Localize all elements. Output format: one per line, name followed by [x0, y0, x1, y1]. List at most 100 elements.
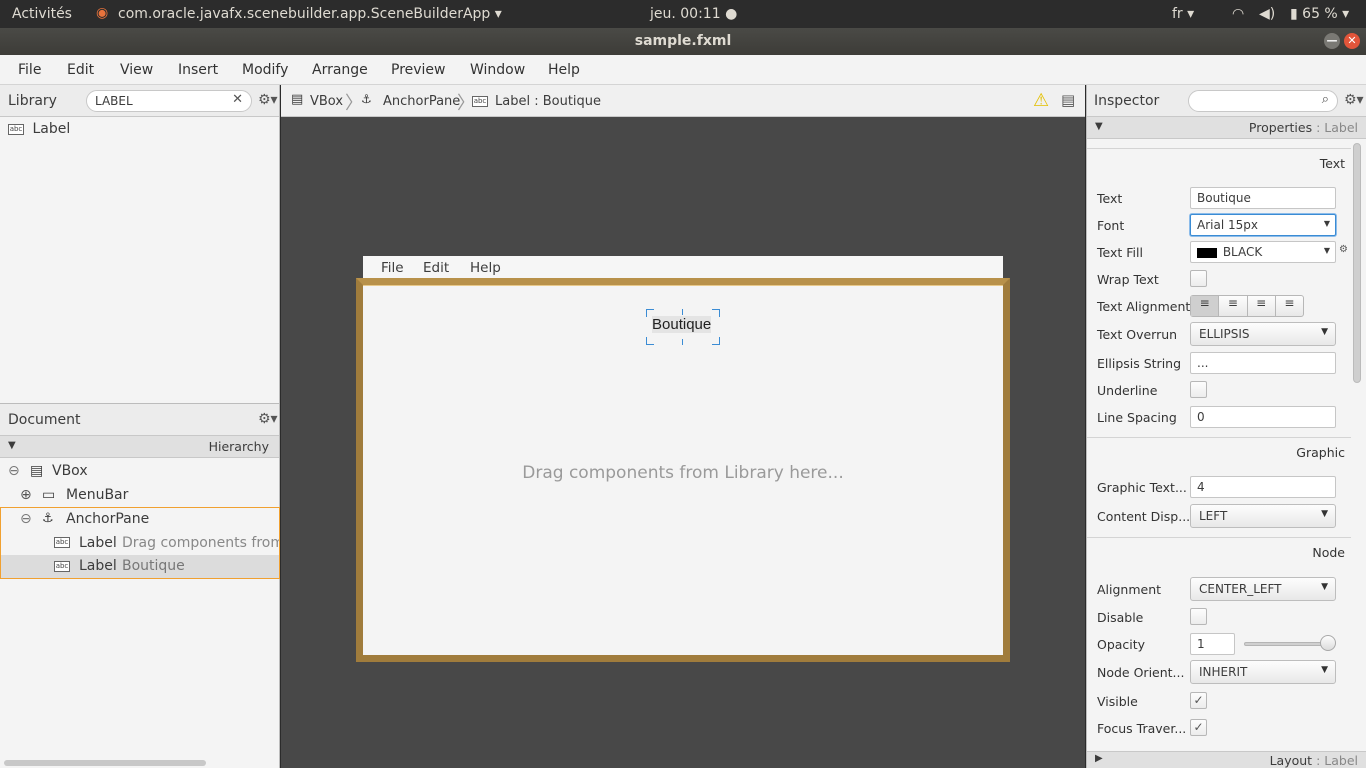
hierarchy-section-header[interactable]: ▼ Hierarchy — [0, 436, 279, 458]
label-underline: Underline — [1097, 383, 1158, 398]
align-right-icon[interactable]: ≡ — [1248, 296, 1276, 316]
tree-item-menubar[interactable]: ⊕ ▭ MenuBar — [0, 483, 280, 507]
menu-arrange[interactable]: Arrange — [312, 62, 368, 78]
opacity-slider[interactable] — [1244, 642, 1332, 646]
graphic-text-field[interactable]: 4 — [1190, 476, 1336, 498]
document-gear-icon[interactable]: ⚙▾ — [258, 411, 278, 427]
warning-icon[interactable]: ⚠ — [1033, 90, 1049, 111]
activities-button[interactable]: Activités — [12, 6, 72, 22]
anchor-icon: ⚓ — [42, 511, 54, 526]
text-field[interactable]: Boutique — [1190, 187, 1336, 209]
tree-item-label-placeholder[interactable]: abc Label Drag components from L — [0, 531, 280, 555]
collapse-arrow-icon: ▼ — [1095, 121, 1103, 132]
expand-icon[interactable]: ⊕ — [20, 483, 32, 507]
disable-checkbox[interactable] — [1190, 608, 1207, 625]
resize-handle[interactable] — [712, 309, 720, 317]
resize-handle[interactable] — [646, 337, 654, 345]
dropdown-arrow-icon: ▼ — [1321, 665, 1328, 675]
menu-view[interactable]: View — [120, 62, 153, 78]
expand-arrow-icon: ▶ — [1095, 753, 1103, 764]
search-icon: ⌕ — [1321, 92, 1329, 107]
window-title-bar: sample.fxml — ✕ — [0, 28, 1366, 55]
line-spacing-field[interactable]: 0 — [1190, 406, 1336, 428]
alignment-select[interactable]: CENTER_LEFT ▼ — [1190, 577, 1336, 601]
resize-handle[interactable] — [712, 337, 720, 345]
library-item-label[interactable]: abc Label — [8, 121, 70, 137]
collapse-icon[interactable]: ⊖ — [8, 459, 20, 483]
menu-insert[interactable]: Insert — [178, 62, 218, 78]
clear-search-icon[interactable]: ✕ — [232, 92, 243, 107]
content-display-select[interactable]: LEFT ▼ — [1190, 504, 1336, 528]
tree-item-label-boutique[interactable]: abc Label Boutique — [0, 555, 280, 579]
inspector-header: Inspector ⌕ ⚙▾ — [1087, 85, 1366, 117]
node-orientation-select[interactable]: INHERIT ▼ — [1190, 660, 1336, 684]
library-header: Library LABEL ✕ ⚙▾ — [0, 85, 279, 117]
resize-handle[interactable] — [682, 309, 683, 315]
label-icon: abc — [54, 537, 70, 548]
minimize-icon[interactable]: — — [1324, 33, 1340, 49]
separator — [1087, 148, 1351, 149]
inspector-scrollbar[interactable] — [1353, 143, 1361, 383]
tree-item-vbox[interactable]: ⊖ ▤ VBox — [0, 459, 280, 483]
gear-icon[interactable]: ⚙ — [1339, 244, 1348, 255]
canvas-menu-file[interactable]: File — [381, 260, 404, 276]
resize-handle[interactable] — [682, 339, 683, 345]
library-search-input[interactable]: LABEL ✕ — [86, 90, 252, 112]
volume-icon: ◀) — [1259, 6, 1276, 22]
align-center-icon[interactable]: ≡ — [1219, 296, 1248, 316]
dropdown-arrow-icon: ▼ — [1323, 219, 1330, 228]
inspector-gear-icon[interactable]: ⚙▾ — [1344, 92, 1364, 108]
font-field[interactable]: Arial 15px ▼ — [1190, 214, 1336, 236]
label-visible: Visible — [1097, 694, 1138, 709]
inspector-search-input[interactable]: ⌕ — [1188, 90, 1338, 112]
library-gear-icon[interactable]: ⚙▾ — [258, 92, 278, 108]
clock[interactable]: jeu. 00:11 ● — [650, 6, 737, 22]
label-text-alignment: Text Alignment — [1097, 299, 1191, 314]
language-indicator[interactable]: fr ▾ — [1172, 6, 1194, 22]
underline-checkbox[interactable] — [1190, 381, 1207, 398]
canvas-placeholder-label[interactable]: Drag components from Library here... — [363, 463, 1003, 483]
tree-item-anchorpane[interactable]: ⊖ ⚓ AnchorPane — [0, 507, 280, 531]
canvas-anchorpane[interactable]: Boutique Drag components from Library he… — [356, 278, 1010, 662]
app-menu-button[interactable]: com.oracle.javafx.scenebuilder.app.Scene… — [118, 6, 502, 22]
breadcrumb-label[interactable]: Label : Boutique — [495, 94, 601, 109]
visible-checkbox[interactable]: ✓ — [1190, 692, 1207, 709]
menu-file[interactable]: File — [18, 62, 41, 78]
label-node-orientation: Node Orient... — [1097, 665, 1185, 680]
collapse-icon[interactable]: ⊖ — [20, 507, 32, 531]
properties-section-header[interactable]: ▼ Properties : Label — [1087, 117, 1366, 139]
focus-traversable-checkbox[interactable]: ✓ — [1190, 719, 1207, 736]
document-icon[interactable]: ▤ — [1061, 91, 1075, 109]
ellipsis-string-field[interactable]: ... — [1190, 352, 1336, 374]
breadcrumb-anchorpane[interactable]: AnchorPane — [383, 94, 460, 109]
vbox-icon: ▤ — [291, 92, 304, 107]
breadcrumb-vbox[interactable]: VBox — [310, 94, 343, 109]
window-title: sample.fxml — [634, 33, 732, 49]
text-overrun-select[interactable]: ELLIPSIS ▼ — [1190, 322, 1336, 346]
opacity-field[interactable]: 1 — [1190, 633, 1235, 655]
canvas-menubar[interactable]: File Edit Help — [363, 256, 1003, 280]
layout-section-header[interactable]: ▶ Layout : Label — [1087, 751, 1366, 768]
canvas-label-boutique[interactable]: Boutique — [646, 309, 720, 345]
menu-window[interactable]: Window — [470, 62, 525, 78]
horizontal-scrollbar[interactable] — [4, 760, 206, 766]
battery-indicator[interactable]: ▮ 65 % ▾ — [1290, 6, 1349, 22]
menu-edit[interactable]: Edit — [67, 62, 94, 78]
close-icon[interactable]: ✕ — [1344, 33, 1360, 49]
resize-handle[interactable] — [646, 309, 654, 317]
section-node: Node — [1312, 545, 1345, 560]
menu-help[interactable]: Help — [548, 62, 580, 78]
label-focus-traversable: Focus Traver... — [1097, 721, 1187, 736]
menu-modify[interactable]: Modify — [242, 62, 288, 78]
canvas-menu-edit[interactable]: Edit — [423, 260, 449, 276]
properties-list: Text Text Boutique Font Arial 15px ▼ Text… — [1087, 140, 1353, 752]
text-fill-picker[interactable]: BLACK ▼ — [1190, 241, 1336, 263]
align-left-icon[interactable]: ≡ — [1191, 296, 1220, 316]
opacity-slider-thumb[interactable] — [1320, 635, 1336, 651]
canvas-menu-help[interactable]: Help — [470, 260, 501, 276]
align-justify-icon[interactable]: ≡ — [1276, 296, 1303, 316]
section-graphic: Graphic — [1296, 445, 1345, 460]
content-panel: ▤ VBox 〉 ⚓ AnchorPane 〉 abc Label : Bout… — [281, 85, 1085, 768]
wrap-text-checkbox[interactable] — [1190, 270, 1207, 287]
menu-preview[interactable]: Preview — [391, 62, 446, 78]
